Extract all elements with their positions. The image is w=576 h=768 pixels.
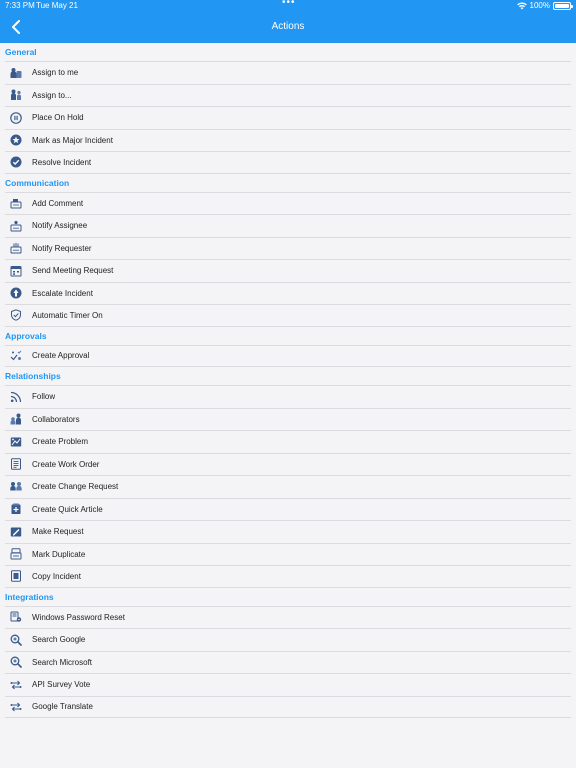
action-label: Create Approval: [32, 351, 90, 361]
make-request-icon: [10, 526, 22, 538]
action-add-comment[interactable]: Add Comment: [5, 191, 571, 215]
check-circle-icon: [10, 156, 22, 168]
action-create-quick-article[interactable]: Create Quick Article: [5, 497, 571, 521]
shield-check-icon: [10, 309, 22, 321]
password-reset-icon: [10, 611, 22, 623]
page-title: Actions: [271, 21, 305, 32]
action-label: Automatic Timer On: [32, 310, 103, 320]
api-icon: [10, 701, 22, 713]
action-place-on-hold[interactable]: Place On Hold: [5, 106, 571, 129]
action-label: Create Problem: [32, 437, 89, 447]
action-label: Create Change Request: [32, 482, 119, 492]
action-label: Create Work Order: [32, 459, 100, 469]
action-label: Resolve Incident: [32, 157, 92, 167]
action-windows-password-reset[interactable]: Windows Password Reset: [5, 605, 571, 629]
action-label: Place On Hold: [32, 113, 84, 123]
calendar-icon: [10, 265, 22, 277]
pause-icon: [10, 111, 22, 124]
action-label: Follow: [32, 392, 56, 402]
status-right: 100%: [516, 0, 573, 12]
action-label: Google Translate: [32, 702, 93, 712]
copy-icon: [10, 570, 22, 582]
action-create-problem[interactable]: Create Problem: [5, 430, 571, 453]
nav-bar: Actions: [0, 12, 576, 43]
collaborators-icon: [10, 413, 22, 425]
change-request-icon: [10, 481, 22, 493]
action-google-translate[interactable]: Google Translate: [5, 695, 571, 718]
action-label: Mark Duplicate: [32, 549, 86, 559]
action-label: Make Request: [32, 527, 84, 537]
action-label: Send Meeting Request: [32, 266, 114, 276]
action-assign-to[interactable]: Assign to...: [5, 83, 571, 107]
action-notify-requester[interactable]: Notify Requester: [5, 236, 571, 260]
section-header-integrations: Integrations: [5, 591, 54, 602]
action-label: API Survey Vote: [32, 680, 91, 690]
top-bar: 7:33 PM Tue May 21 ••• 100% Actions: [0, 0, 576, 43]
action-label: Add Comment: [32, 198, 84, 208]
escalate-icon: [10, 287, 22, 299]
approval-icon: [10, 350, 22, 362]
search-icon: [10, 656, 22, 669]
section-header-relationships: Relationships: [5, 371, 61, 381]
action-collaborators[interactable]: Collaborators: [5, 407, 571, 431]
search-icon: [10, 634, 22, 646]
work-order-icon: [10, 458, 22, 470]
action-create-work-order[interactable]: Create Work Order: [5, 452, 571, 476]
action-label: Notify Requester: [32, 243, 92, 253]
action-mark-duplicate[interactable]: Mark Duplicate: [5, 542, 571, 566]
comment-icon: [10, 197, 22, 209]
status-bar: 7:33 PM Tue May 21 ••• 100%: [0, 0, 576, 12]
action-resolve-incident[interactable]: Resolve Incident: [5, 151, 571, 174]
status-time: 7:33 PM: [5, 1, 35, 10]
action-make-request[interactable]: Make Request: [5, 520, 571, 543]
wifi-icon: [516, 2, 527, 10]
action-create-change-request[interactable]: Create Change Request: [5, 475, 571, 498]
action-label: Search Microsoft: [32, 657, 93, 667]
action-copy-incident[interactable]: Copy Incident: [5, 565, 571, 588]
action-automatic-timer-on[interactable]: Automatic Timer On: [5, 304, 571, 327]
assign-to-icon: [10, 89, 22, 101]
action-assign-to-me[interactable]: Assign to me: [5, 61, 571, 84]
duplicate-icon: [10, 548, 22, 560]
action-label: Create Quick Article: [32, 504, 103, 514]
star-badge-icon: [10, 134, 22, 146]
notify-requester-icon: [10, 242, 22, 254]
action-send-meeting-request[interactable]: Send Meeting Request: [5, 259, 571, 282]
action-label: Escalate Incident: [32, 288, 93, 298]
api-icon: [10, 679, 22, 691]
battery-icon: [553, 2, 573, 10]
action-label: Search Google: [32, 635, 86, 645]
action-notify-assignee[interactable]: Notify Assignee: [5, 214, 571, 237]
action-search-microsoft[interactable]: Search Microsoft: [5, 650, 571, 674]
multitask-dots[interactable]: •••: [282, 0, 296, 9]
action-search-google[interactable]: Search Google: [5, 628, 571, 651]
action-label: Mark as Major Incident: [32, 135, 113, 145]
action-label: Collaborators: [32, 414, 80, 424]
actions-list: General Assign to me Assign to... Place On …: [0, 43, 576, 718]
action-create-approval[interactable]: Create Approval: [5, 344, 571, 367]
assign-me-icon: [10, 67, 22, 79]
notify-assignee-icon: [10, 220, 22, 232]
action-api-survey-vote[interactable]: API Survey Vote: [5, 673, 571, 696]
section-header-approvals: Approvals: [5, 330, 47, 341]
status-date: Tue May 21: [36, 1, 78, 10]
problem-icon: [10, 436, 22, 448]
rss-icon: [10, 391, 22, 403]
section-header-general: General: [5, 47, 37, 57]
action-label: Assign to...: [32, 90, 72, 100]
action-label: Assign to me: [32, 68, 79, 78]
action-label: Notify Assignee: [32, 221, 88, 231]
action-follow[interactable]: Follow: [5, 385, 571, 408]
action-mark-as-major-incident[interactable]: Mark as Major Incident: [5, 128, 571, 152]
section-header-communication: Communication: [5, 177, 70, 188]
battery-percent: 100%: [529, 1, 550, 10]
quick-article-icon: [10, 503, 22, 515]
action-label: Windows Password Reset: [32, 612, 125, 622]
action-escalate-incident[interactable]: Escalate Incident: [5, 281, 571, 305]
action-label: Copy Incident: [32, 571, 81, 581]
